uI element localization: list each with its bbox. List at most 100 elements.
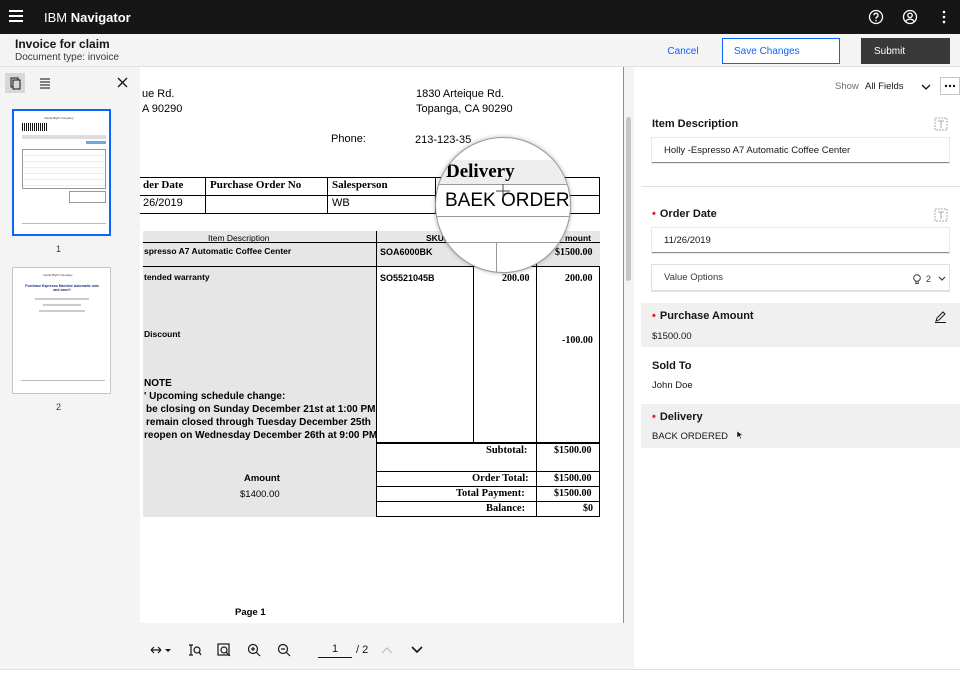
item3-desc: Discount: [144, 329, 181, 339]
bottom-edge: [0, 669, 960, 681]
thumbnail-pane: Ironlet Blyth Company 1 Ironlet Blyth Co…: [0, 67, 140, 669]
magnifier-heading: Delivery: [446, 161, 515, 182]
item1-amount: $1500.00: [555, 247, 593, 258]
value-options-dropdown[interactable]: Value Options: [652, 265, 949, 291]
crosshair-icon: [496, 184, 510, 198]
page-thumbnail-2[interactable]: Ironlet Blyth Company Purchase Espresso …: [12, 267, 111, 394]
item-description-label: Item Description: [652, 118, 739, 130]
lightbulb-icon: [913, 274, 921, 284]
order-date-value: 26/2019: [143, 197, 183, 209]
submit-button[interactable]: Submit: [861, 38, 950, 64]
item1-desc: spresso A7 Automatic Coffee Center: [144, 246, 292, 256]
item2-desc: tended warranty: [144, 272, 210, 282]
list-view-icon[interactable]: [38, 76, 52, 90]
subtotal-label: Subtotal:: [486, 445, 528, 456]
salesperson-value: WB: [332, 197, 350, 209]
note-line-4: reopen on Wednesday December 26th at 9:0…: [144, 430, 378, 441]
note-title: NOTE: [144, 378, 172, 389]
page-total: / 2: [356, 644, 369, 656]
delivery-label: • Delivery: [652, 411, 703, 423]
thumb-company-2: Ironlet Blyth Company: [43, 273, 73, 277]
purchase-amount-value: $1500.00: [652, 331, 692, 342]
total-payment-label: Total Payment:: [456, 488, 525, 499]
item-description-input[interactable]: Holly -Espresso A7 Automatic Coffee Cent…: [652, 138, 949, 163]
zoom-area-icon[interactable]: [217, 643, 231, 657]
address-right-line-1: 1830 Arteique Rd.: [416, 88, 505, 100]
page-title: Invoice for claim: [15, 37, 110, 51]
note-line-1: ' Upcoming schedule change:: [144, 391, 286, 402]
text-field-icon: [934, 208, 948, 222]
required-marker: •: [652, 411, 656, 423]
delivery-value: BACK ORDERED: [652, 431, 729, 442]
app-title: IBM Navigator: [44, 10, 131, 25]
value-options-count: 2: [926, 274, 932, 284]
amount-value: $1400.00: [240, 489, 280, 500]
total-payment-value: $1500.00: [554, 488, 592, 499]
items-desc-header: Item Description: [208, 233, 270, 243]
fit-page-icon[interactable]: [188, 643, 202, 657]
chevron-down-icon: [938, 276, 946, 281]
next-page-icon[interactable]: [410, 643, 424, 657]
page-number-input[interactable]: 1: [318, 643, 352, 658]
document-viewer: ue Rd. A 90290 1830 Arteique Rd. Topanga…: [140, 67, 634, 669]
save-changes-button[interactable]: Save Changes: [722, 38, 840, 64]
order-total-value: $1500.00: [554, 473, 592, 484]
close-icon[interactable]: [117, 77, 128, 88]
chevron-down-icon[interactable]: [921, 83, 931, 91]
fields-panel: Show All Fields Item Description Holly -…: [641, 67, 960, 669]
user-avatar-icon[interactable]: [902, 9, 918, 25]
text-field-icon: [934, 117, 948, 131]
balance-value: $0: [583, 503, 593, 514]
order-date-header: der Date: [143, 179, 184, 191]
page-footer: Page 1: [235, 607, 266, 618]
balance-label: Balance:: [486, 503, 526, 514]
thumbnail-view-toggle[interactable]: [5, 73, 25, 93]
purchase-amount-label: • Purchase Amount: [652, 310, 754, 322]
document-header: Invoice for claim Document type: invoice…: [0, 34, 960, 67]
page-thumbnail-1[interactable]: Ironlet Blyth Company: [12, 109, 111, 236]
address-left-line-2: A 90290: [142, 103, 183, 115]
hamburger-menu-icon[interactable]: [9, 10, 23, 24]
item3-amount: -100.00: [562, 335, 593, 346]
required-marker: •: [652, 208, 656, 220]
order-date-label: • Order Date: [652, 208, 717, 220]
item1-sku: SOA6000BK: [380, 247, 433, 257]
sold-to-value: John Doe: [652, 380, 693, 391]
note-line-2: be closing on Sunday December 21st at 1:…: [146, 404, 376, 415]
magnifier-lens: Delivery BAEK ORDERI: [435, 137, 571, 273]
cancel-button[interactable]: Cancel: [660, 38, 706, 64]
po-header: Purchase Order No: [210, 179, 302, 191]
previous-page-icon[interactable]: [380, 643, 394, 657]
mouse-cursor-icon: [736, 430, 744, 440]
item2-amount: 200.00: [565, 273, 593, 284]
show-label: Show: [835, 81, 859, 92]
order-date-input[interactable]: 11/26/2019: [652, 228, 949, 253]
fit-width-icon[interactable]: [150, 643, 172, 657]
help-icon[interactable]: [868, 9, 884, 25]
show-filter-dropdown[interactable]: All Fields: [865, 81, 904, 92]
document-type: Document type: invoice: [15, 52, 119, 63]
document-page: ue Rd. A 90290 1830 Arteique Rd. Topanga…: [140, 67, 624, 623]
item2-price: 200.00: [502, 273, 530, 284]
zoom-out-icon[interactable]: [277, 643, 291, 657]
top-bar: IBM Navigator: [0, 0, 960, 34]
subtotal-value: $1500.00: [554, 445, 592, 456]
sold-to-label: Sold To: [652, 360, 692, 372]
amount-label: Amount: [244, 473, 280, 484]
thumb-purchase-title: Purchase Espresso Machine Automatic now …: [25, 284, 99, 292]
pages-icon: [10, 77, 21, 90]
phone-label: Phone:: [331, 133, 366, 145]
thumbnail-number-1: 1: [56, 244, 62, 254]
thumbnail-number-2: 2: [56, 402, 62, 412]
salesperson-header: Salesperson: [332, 179, 388, 191]
address-left-line-1: ue Rd.: [142, 88, 175, 100]
overflow-menu-icon[interactable]: [936, 9, 952, 25]
edit-pencil-icon[interactable]: [934, 310, 947, 323]
zoom-in-icon[interactable]: [247, 643, 261, 657]
vertical-scrollbar[interactable]: [626, 117, 631, 281]
panel-overflow-button[interactable]: [940, 77, 960, 95]
phone-value: 213-123-35: [415, 134, 472, 146]
barcode-icon: [22, 123, 48, 131]
note-line-3: remain closed through Tuesday December 2…: [146, 417, 371, 428]
order-total-label: Order Total:: [472, 473, 529, 484]
